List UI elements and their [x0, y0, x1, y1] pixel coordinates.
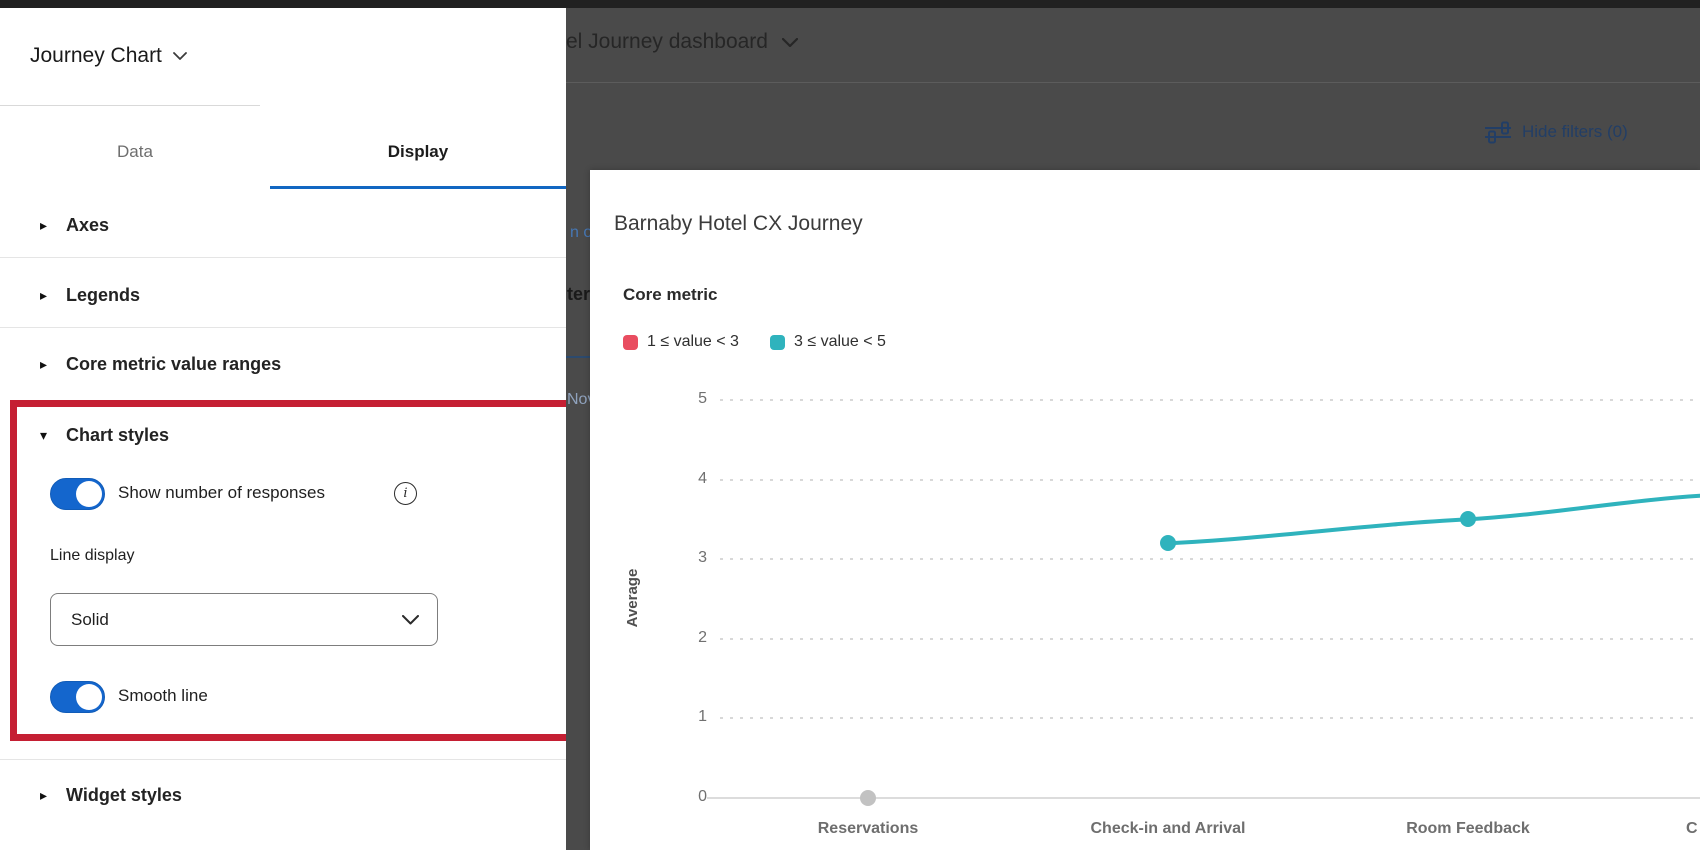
widget-settings-panel: Journey Chart Data Display ▸ Axes ▸ Lege… — [0, 8, 566, 850]
info-icon[interactable]: i — [394, 482, 417, 505]
collapsed-arrow-icon: ▸ — [40, 217, 58, 234]
section-legends[interactable]: ▸ Legends — [0, 278, 566, 312]
section-chart-styles[interactable]: ▾ Chart styles — [0, 418, 566, 452]
x-category-label: Reservations — [738, 820, 998, 838]
section-widget-styles-label: Widget styles — [66, 785, 182, 806]
chevron-down-icon — [173, 52, 187, 60]
section-divider — [0, 327, 566, 328]
average-line-path — [1168, 496, 1700, 544]
panel-divider — [0, 105, 260, 106]
dashboard-title-text: el Journey dashboard — [566, 30, 768, 54]
legend-label: 1 ≤ value < 3 — [647, 333, 739, 351]
tab-data-label: Data — [117, 142, 153, 162]
header-divider — [566, 82, 1700, 83]
occluded-text-fragment: n o — [570, 224, 590, 242]
section-axes[interactable]: ▸ Axes — [0, 208, 566, 242]
section-legends-label: Legends — [66, 285, 140, 306]
widget-type-dropdown[interactable]: Journey Chart — [30, 41, 187, 71]
chevron-down-icon — [782, 38, 798, 47]
chart-title: Barnaby Hotel CX Journey — [614, 212, 863, 236]
section-core-metric-value-ranges-label: Core metric value ranges — [66, 354, 281, 375]
y-tick-label: 0 — [665, 788, 707, 806]
data-point[interactable] — [1160, 535, 1176, 551]
x-category-label: C — [1686, 820, 1698, 838]
y-gridline — [720, 399, 1700, 401]
section-widget-styles[interactable]: ▸ Widget styles — [0, 778, 566, 812]
legend-label: 3 ≤ value < 5 — [794, 333, 886, 351]
expanded-arrow-icon: ▾ — [40, 427, 58, 444]
y-tick-label: 4 — [665, 470, 707, 488]
chevron-down-icon — [402, 615, 419, 625]
tab-display-label: Display — [388, 142, 448, 162]
collapsed-arrow-icon: ▸ — [40, 787, 58, 804]
y-gridline — [720, 638, 1700, 640]
line-display-label: Line display — [50, 547, 135, 565]
legend-title: Core metric — [623, 285, 717, 305]
data-point[interactable] — [1460, 511, 1476, 527]
collapsed-arrow-icon: ▸ — [40, 287, 58, 304]
section-divider — [0, 257, 566, 258]
occluded-text-fragment: Nov — [567, 391, 590, 409]
x-axis-baseline — [707, 797, 1700, 799]
hide-filters-button[interactable]: Hide filters (0) — [1484, 116, 1628, 148]
x-category-label: Check-in and Arrival — [1038, 820, 1298, 838]
collapsed-arrow-icon: ▸ — [40, 356, 58, 373]
no-data-point[interactable] — [860, 790, 876, 806]
section-chart-styles-label: Chart styles — [66, 425, 169, 446]
y-gridline — [720, 479, 1700, 481]
toggle-knob — [76, 684, 102, 710]
tab-data[interactable]: Data — [0, 118, 270, 186]
occluded-text-fragment: ter — [567, 284, 590, 305]
y-tick-label: 5 — [665, 390, 707, 408]
section-divider — [0, 759, 566, 760]
y-tick-label: 3 — [665, 549, 707, 567]
show-number-of-responses-toggle[interactable] — [50, 478, 105, 510]
active-tab-underline — [270, 186, 566, 189]
smooth-line-label: Smooth line — [118, 686, 208, 706]
y-gridline — [720, 558, 1700, 560]
show-number-of-responses-label: Show number of responses — [118, 483, 325, 503]
x-category-label: Room Feedback — [1338, 820, 1598, 838]
line-display-selected-value: Solid — [71, 610, 109, 630]
filters-slider-icon — [1484, 120, 1513, 144]
y-tick-label: 2 — [665, 629, 707, 647]
section-core-metric-value-ranges[interactable]: ▸ Core metric value ranges — [0, 347, 566, 381]
y-gridline — [720, 717, 1700, 719]
section-axes-label: Axes — [66, 215, 109, 236]
y-tick-label: 1 — [665, 708, 707, 726]
toggle-knob — [76, 481, 102, 507]
y-axis-label: Average — [624, 538, 644, 658]
series-line — [590, 170, 1700, 850]
smooth-line-toggle[interactable] — [50, 681, 105, 713]
widget-type-label: Journey Chart — [30, 44, 162, 68]
dashboard-title[interactable]: el Journey dashboard — [566, 27, 798, 57]
legend-swatch-red — [623, 335, 638, 350]
app-root: el Journey dashboard Hide filters (0) n … — [0, 0, 1700, 850]
top-window-strip — [0, 0, 1700, 8]
tab-display[interactable]: Display — [270, 118, 566, 186]
legend-swatch-teal — [770, 335, 785, 350]
hide-filters-label: Hide filters (0) — [1522, 122, 1628, 142]
line-display-select[interactable]: Solid — [50, 593, 438, 646]
journey-chart-widget: Barnaby Hotel CX Journey Core metric 1 ≤… — [590, 170, 1700, 850]
